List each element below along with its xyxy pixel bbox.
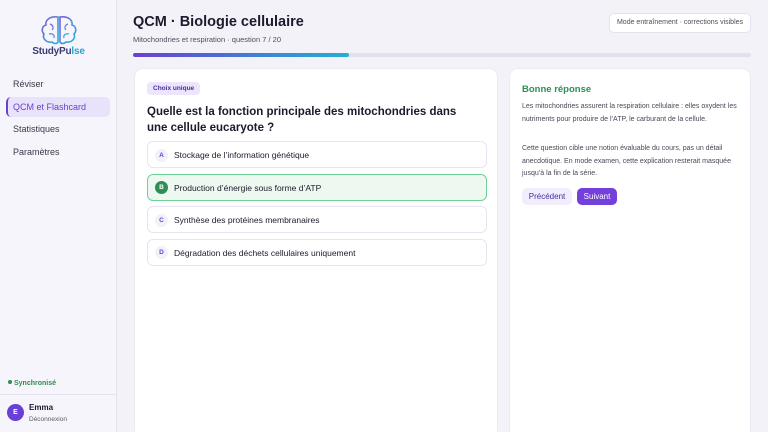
feedback-explanation: Les mitochondries assurent la respiratio… — [522, 103, 737, 123]
mode-badge: Mode entraînement · corrections visibles — [609, 13, 751, 33]
sidebar-item-statistiques[interactable]: Statistiques — [6, 119, 110, 139]
progress-fill — [133, 53, 350, 57]
answer-option-a[interactable]: A Stockage de l’information génétique — [147, 141, 487, 168]
option-letter-badge: C — [155, 213, 168, 227]
divider — [0, 394, 117, 395]
logout-link[interactable]: Déconnexion — [29, 416, 67, 423]
question-text: Quelle est la fonction principale des mi… — [147, 106, 457, 134]
sidebar-item-reviser[interactable]: Réviser — [6, 74, 110, 94]
option-letter-badge: A — [155, 148, 168, 162]
sidebar: StudyPulse Réviser QCM et Flashcard Stat… — [0, 0, 117, 432]
option-text: Production d’énergie sous forme d’ATP — [174, 182, 322, 193]
user-name: Emma — [29, 403, 54, 412]
page-subtitle: Mitochondries et respiration · question … — [133, 35, 281, 44]
sidebar-item-parametres[interactable]: Paramètres — [6, 142, 110, 162]
progress-bar — [133, 53, 751, 57]
feedback-title: Bonne réponse — [522, 84, 592, 95]
answer-option-b[interactable]: B Production d’énergie sous forme d’ATP — [147, 173, 487, 201]
page-title: QCM · Biologie cellulaire — [133, 14, 304, 30]
brain-icon — [41, 16, 77, 45]
question-card: Choix unique Quelle est la fonction prin… — [134, 68, 498, 432]
previous-button[interactable]: Précédent — [522, 188, 572, 205]
answer-options: A Stockage de l’information génétique B … — [147, 141, 487, 271]
brand-name: StudyPulse — [32, 46, 85, 57]
option-letter-badge: B — [155, 181, 168, 194]
feedback-card: Bonne réponse Les mitochondries assurent… — [509, 68, 751, 432]
answer-option-d[interactable]: D Dégradation des déchets cellulaires un… — [147, 238, 487, 266]
sync-status: Synchronisé — [8, 380, 56, 387]
question-type-badge: Choix unique — [147, 82, 201, 95]
option-text: Synthèse des protéines membranaires — [174, 215, 320, 225]
option-text: Stockage de l’information génétique — [174, 150, 310, 160]
option-letter-badge: D — [155, 246, 168, 259]
sync-dot-icon — [8, 380, 12, 385]
answer-option-c[interactable]: C Synthèse des protéines membranaires — [147, 206, 487, 233]
sidebar-nav: Réviser QCM et Flashcard Statistiques Pa… — [6, 74, 110, 165]
avatar[interactable]: E — [7, 404, 24, 421]
next-button[interactable]: Suivant — [577, 188, 617, 205]
option-text: Dégradation des déchets cellulaires uniq… — [174, 247, 356, 258]
sidebar-item-qcm-flashcard[interactable]: QCM et Flashcard — [6, 96, 110, 117]
feedback-note: Cette question cible une notion évaluabl… — [522, 145, 731, 177]
